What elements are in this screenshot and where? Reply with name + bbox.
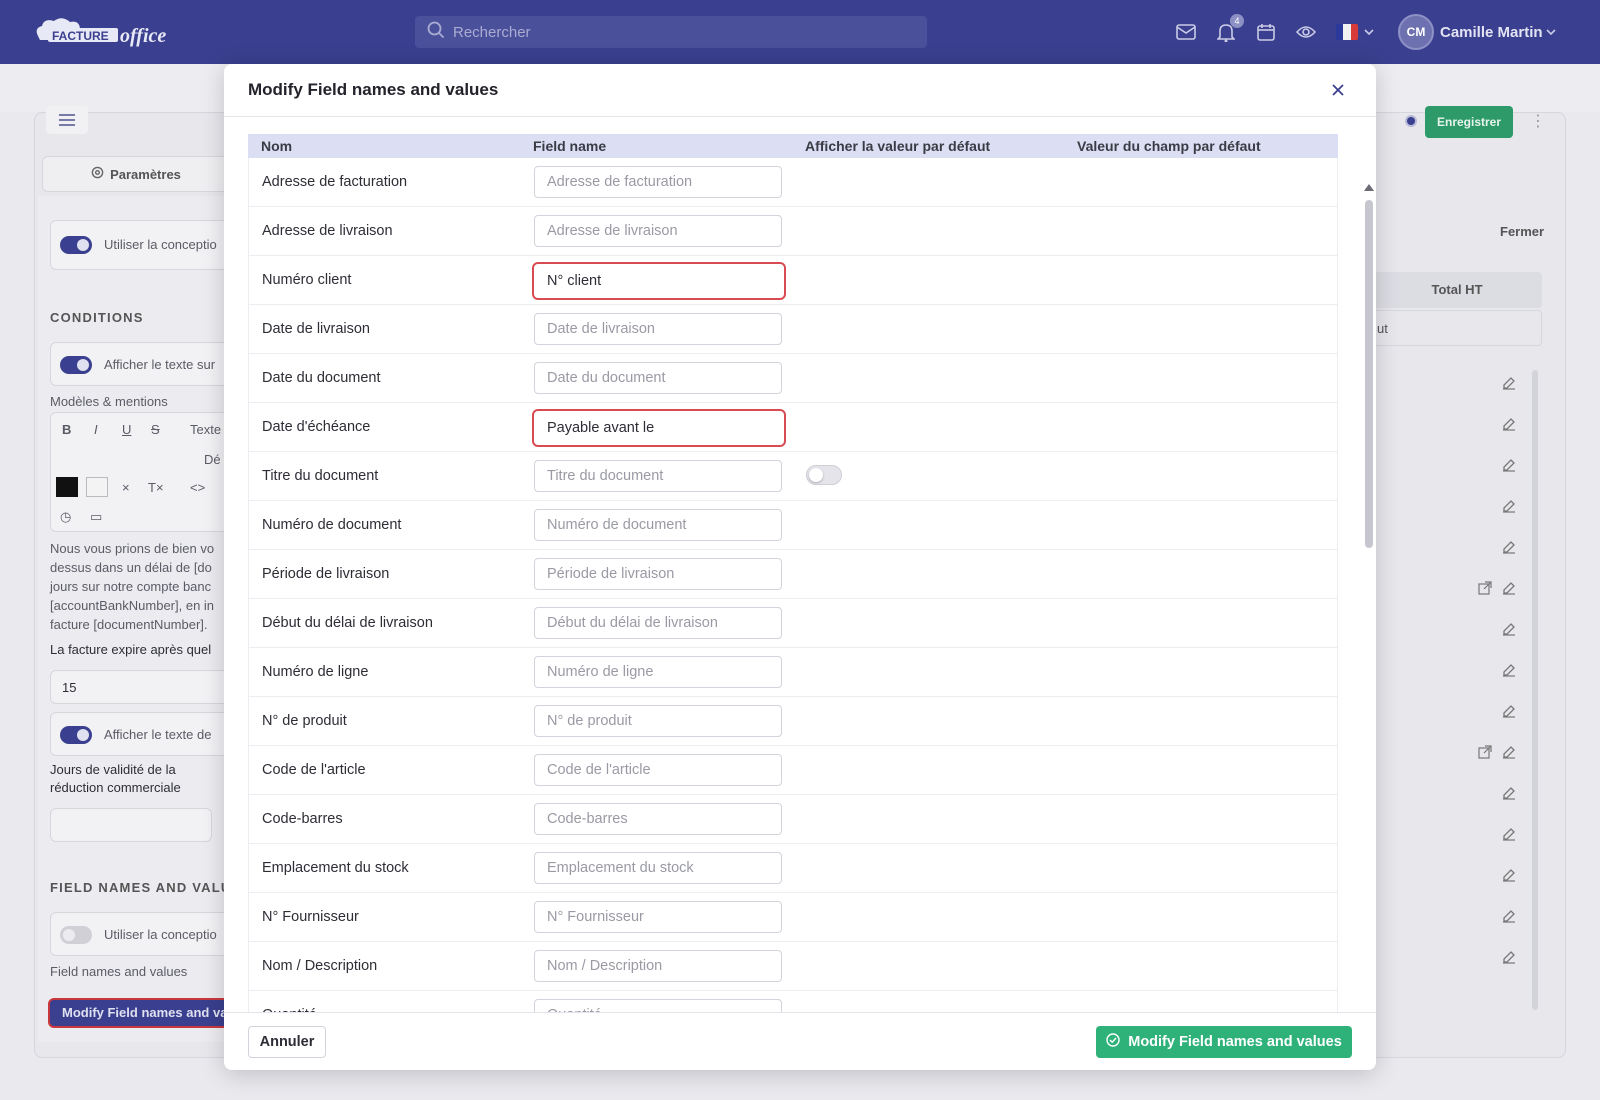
mail-icon[interactable] [1174, 20, 1198, 44]
global-search-input[interactable]: Rechercher [415, 16, 927, 48]
close-icon[interactable] [1328, 80, 1348, 100]
search-icon [427, 21, 453, 43]
table-row: Code-barres [249, 795, 1337, 844]
field-label: Code de l'article [262, 762, 366, 778]
field-label: Date d'échéance [262, 419, 371, 435]
cancel-button[interactable]: Annuler [248, 1026, 326, 1058]
column-header-default-value: Valeur du champ par défaut [1077, 138, 1261, 154]
table-row: N° Fournisseur [249, 893, 1337, 942]
field-label: Date de livraison [262, 321, 370, 337]
user-avatar[interactable]: CM [1398, 14, 1434, 50]
language-flag-icon[interactable] [1336, 24, 1358, 40]
field-name-input[interactable] [534, 803, 782, 835]
field-name-input[interactable] [534, 460, 782, 492]
field-name-input[interactable] [532, 409, 786, 447]
table-row: Quantité [249, 991, 1337, 1014]
field-label: Date du document [262, 370, 381, 386]
table-row: Titre du document [249, 452, 1337, 501]
table-row: Code de l'article [249, 746, 1337, 795]
table-row: Période de livraison [249, 550, 1337, 599]
table-row: Numéro de ligne [249, 648, 1337, 697]
field-label: Adresse de facturation [262, 174, 408, 190]
field-name-input[interactable] [534, 607, 782, 639]
field-name-input[interactable] [534, 950, 782, 982]
table-row: Début du délai de livraison [249, 599, 1337, 648]
chevron-down-icon[interactable] [1362, 20, 1376, 44]
table-row: Adresse de livraison [249, 207, 1337, 256]
field-name-input[interactable] [534, 313, 782, 345]
table-row: Date d'échéance [249, 403, 1337, 452]
show-default-toggle[interactable] [806, 465, 842, 485]
field-label: Emplacement du stock [262, 860, 409, 876]
field-name-input[interactable] [534, 558, 782, 590]
field-name-input[interactable] [534, 166, 782, 198]
table-header: Nom Field name Afficher la valeur par dé… [248, 134, 1338, 158]
svg-text:office: office [120, 25, 166, 47]
field-name-input[interactable] [534, 901, 782, 933]
modal-footer: Annuler Modify Field names and values [224, 1012, 1376, 1070]
field-label: N° de produit [262, 713, 347, 729]
table-body: Adresse de facturation Adresse de livrais… [248, 158, 1338, 1014]
submit-modify-field-names-button[interactable]: Modify Field names and values [1096, 1026, 1352, 1058]
field-name-input[interactable] [534, 362, 782, 394]
field-label: Numéro de document [262, 517, 402, 533]
field-label: Début du délai de livraison [262, 615, 433, 631]
field-name-input[interactable] [534, 852, 782, 884]
field-name-input[interactable] [534, 705, 782, 737]
field-label: Période de livraison [262, 566, 390, 582]
scroll-up-arrow-icon[interactable] [1364, 184, 1374, 191]
modal-scrollbar[interactable] [1362, 116, 1374, 1070]
modal-header: Modify Field names and values [224, 64, 1376, 117]
field-label: Code-barres [262, 811, 343, 827]
field-name-input[interactable] [532, 262, 786, 300]
notifications-bell-icon[interactable]: 4 [1214, 14, 1244, 44]
table-row: Numéro client [249, 256, 1337, 305]
submit-label: Modify Field names and values [1128, 1034, 1342, 1050]
scroll-thumb[interactable] [1365, 200, 1373, 548]
calendar-icon[interactable] [1254, 20, 1278, 44]
table-row: Date de livraison [249, 305, 1337, 354]
user-menu-chevron-icon[interactable] [1544, 20, 1558, 44]
field-label: Adresse de livraison [262, 223, 393, 239]
notification-count-badge: 4 [1230, 14, 1244, 28]
field-label: Nom / Description [262, 958, 378, 974]
column-header-show-default: Afficher la valeur par défaut [805, 138, 991, 154]
table-row: Nom / Description [249, 942, 1337, 991]
column-header-nom: Nom [261, 138, 293, 154]
check-circle-icon [1106, 1033, 1120, 1051]
field-name-input[interactable] [534, 509, 782, 541]
field-label: Numéro client [262, 272, 352, 288]
top-navigation-bar: FACTURE office Rechercher 4 CM Camille M… [0, 0, 1600, 64]
svg-text:FACTURE: FACTURE [52, 29, 109, 43]
table-row: Date du document [249, 354, 1337, 403]
modal-title: Modify Field names and values [248, 80, 499, 99]
field-name-input[interactable] [534, 754, 782, 786]
field-label: Numéro de ligne [262, 664, 369, 680]
table-row: Emplacement du stock [249, 844, 1337, 893]
field-name-input[interactable] [534, 656, 782, 688]
modify-field-names-modal: Modify Field names and values Nom Field … [224, 64, 1376, 1070]
column-header-field-name: Field name [533, 138, 607, 154]
facture-office-logo[interactable]: FACTURE office [32, 14, 178, 50]
user-name[interactable]: Camille Martin [1440, 24, 1543, 41]
field-label: Titre du document [262, 468, 379, 484]
field-label: N° Fournisseur [262, 909, 359, 925]
table-row: Adresse de facturation [249, 158, 1337, 207]
search-placeholder: Rechercher [453, 23, 531, 41]
table-row: N° de produit [249, 697, 1337, 746]
eye-icon[interactable] [1294, 20, 1318, 44]
field-name-input[interactable] [534, 215, 782, 247]
field-names-table: Nom Field name Afficher la valeur par dé… [248, 134, 1338, 1014]
table-row: Numéro de document [249, 501, 1337, 550]
